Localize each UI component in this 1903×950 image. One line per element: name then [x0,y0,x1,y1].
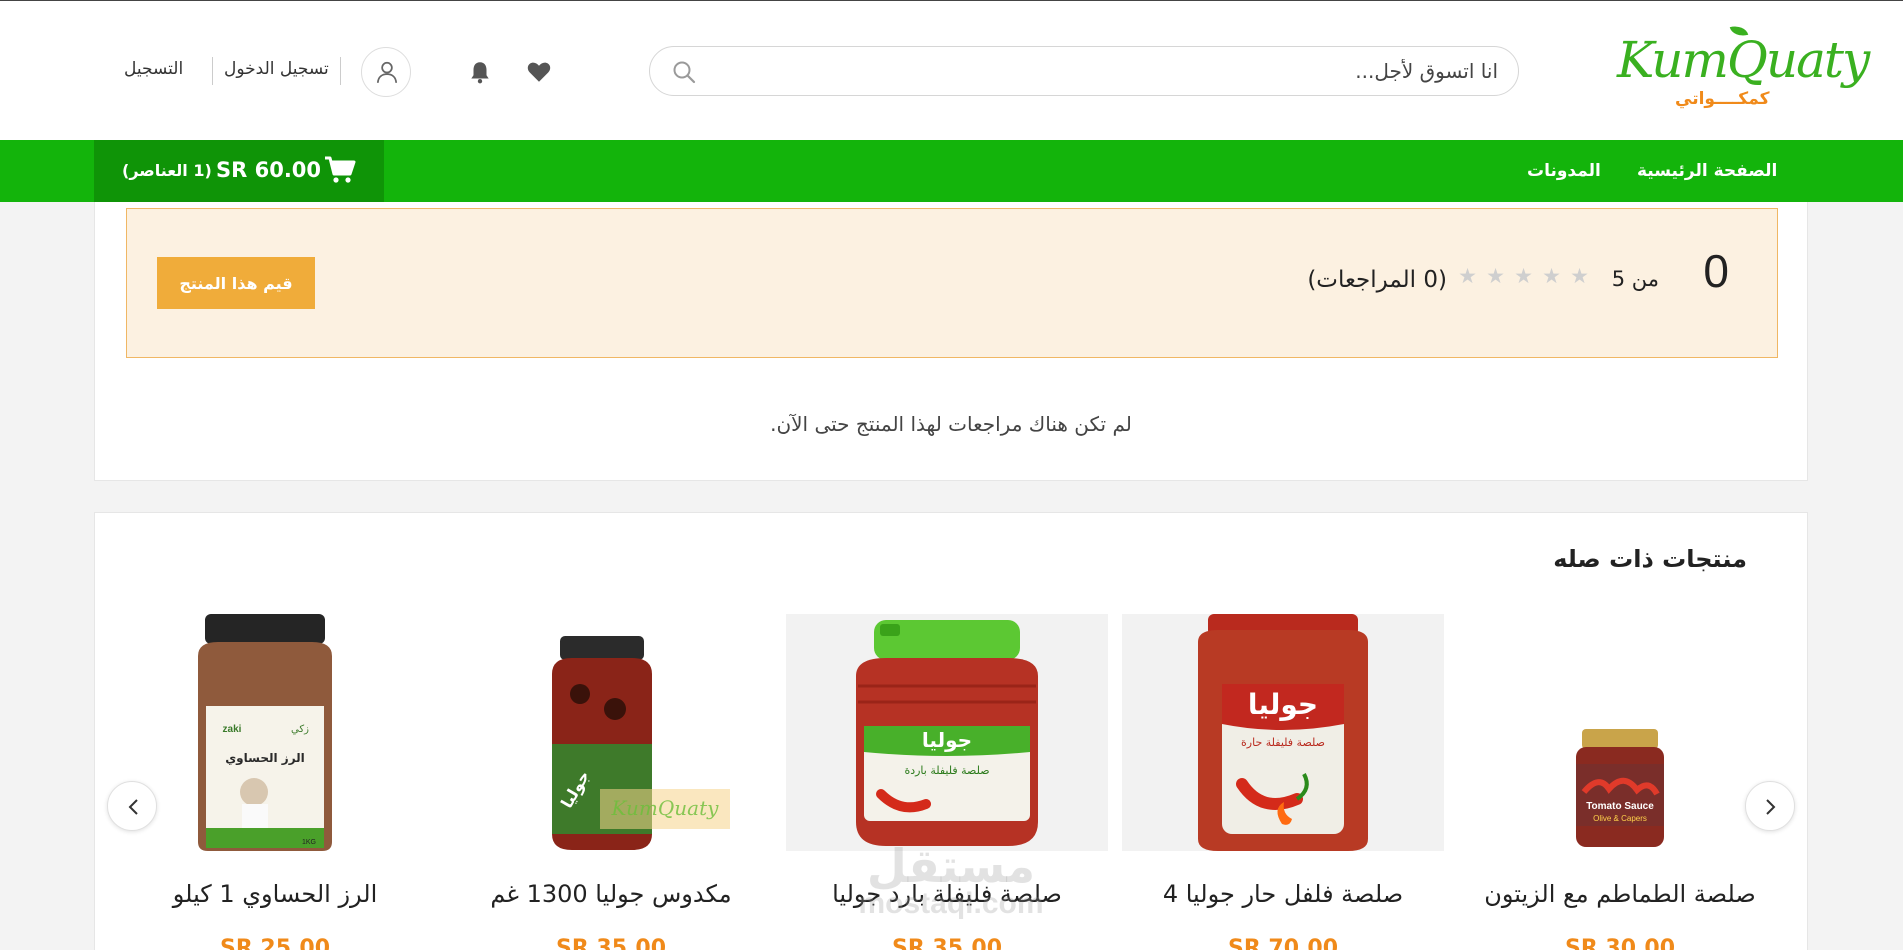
average-rating: 0 [1703,245,1729,297]
header-divider [212,57,213,85]
carousel-next-button[interactable] [1745,781,1795,831]
user-icon [376,61,398,83]
search-input[interactable] [738,55,1498,87]
product-price: SR 35.00 [891,936,1003,950]
site-logo[interactable]: KumQuaty كمكــــواتي [1617,23,1870,119]
star-icon: ★ [1514,264,1533,288]
cart-summary-button[interactable]: (1 العناصر) SR 60.00 [94,140,384,202]
nav-item-blogs[interactable]: المدونات [1527,161,1601,181]
star-icon: ★ [1542,264,1561,288]
rating-scale: من 5 [1611,267,1659,291]
star-icon: ★ [1570,264,1589,288]
product-image[interactable]: zaki زكي الرز الحساوي 1KG [114,614,436,851]
main-navigation: الصفحة الرئيسية المدونات (1 العناصر) SR … [0,140,1903,202]
product-card[interactable]: zaki زكي الرز الحساوي 1KG الرز الحساوي 1… [114,614,436,950]
svg-text:صلصة فليفلة باردة: صلصة فليفلة باردة [904,764,989,777]
nav-item-home[interactable]: الصفحة الرئيسية [1637,161,1777,181]
star-icon: ★ [1486,264,1505,288]
svg-text:Tomato Sauce: Tomato Sauce [1586,801,1654,812]
chevron-right-icon [1766,799,1776,815]
rating-summary: 0 من 5 ★ ★ ★ ★ ★ (0 المراجعات) قيم هذا ا… [126,208,1778,358]
product-name[interactable]: الرز الحساوي 1 كيلو [114,880,436,908]
logo-subtext: كمكــــواتي [1675,89,1770,109]
pepper-paste-jar-icon: جوليا صلصة فليفلة باردة [856,620,1038,846]
bell-icon[interactable] [467,59,493,85]
product-name[interactable]: مكدوس جوليا 1300 غم [450,880,772,908]
star-icon: ★ [1458,264,1477,288]
register-link[interactable]: التسجيل [124,59,183,79]
product-image[interactable]: جوليا صلصة فليفلة باردة [786,614,1108,851]
svg-text:زكي: زكي [291,724,309,735]
product-card[interactable]: جوليا صلصة فليفلة حارة صلصة فلفل حار جول… [1122,614,1444,950]
product-name[interactable]: صلصة فليفلة بارد جوليا [786,880,1108,908]
login-link[interactable]: تسجيل الدخول [224,59,329,79]
account-button[interactable] [361,47,411,97]
product-card[interactable]: جوليا صلصة فليفلة باردة صلصة فليفلة بارد… [786,614,1108,950]
review-count: (0 المراجعات) [1307,267,1447,293]
rating-stars: ★ ★ ★ ★ ★ [1457,264,1589,288]
cart-icon [325,156,356,183]
product-card[interactable]: Tomato Sauce Olive & Capers صلصة الطماطم… [1459,614,1781,950]
search-icon[interactable] [672,60,696,84]
svg-text:1KG: 1KG [302,839,316,846]
related-products-section: منتجات ذات صله Tomato Sauce Olive & Cape… [94,512,1808,950]
heart-icon[interactable] [526,59,552,85]
cart-total: SR 60.00 [216,158,322,182]
svg-text:zaki: zaki [223,724,242,735]
product-name[interactable]: صلصة الطماطم مع الزيتون [1459,880,1781,908]
product-name[interactable]: صلصة فلفل حار جوليا 4 [1122,880,1444,908]
section-title: منتجات ذات صله [1553,545,1747,573]
site-header: KumQuaty كمكــــواتي تسجيل الدخول التسجي… [0,0,1903,140]
rate-product-button[interactable]: قيم هذا المنتج [157,257,315,309]
search-bar [649,46,1519,96]
no-reviews-message: لم تكن هناك مراجعات لهذا المنتج حتى الآن… [770,412,1132,436]
svg-text:جوليا: جوليا [1248,688,1318,721]
logo-text: KumQuaty [1617,31,1870,89]
carousel-prev-button[interactable] [107,781,157,831]
cart-item-count: (1 العناصر) [122,161,212,180]
rice-jar-icon: zaki زكي الرز الحساوي 1KG [198,614,332,851]
product-price: SR 30.00 [1564,936,1676,950]
product-price: SR 35.00 [555,936,667,950]
product-price: SR 25.00 [219,936,331,950]
svg-text:صلصة فليفلة حارة: صلصة فليفلة حارة [1241,736,1325,749]
chevron-left-icon [128,799,138,815]
product-image[interactable]: جوليا KumQuaty [450,614,772,851]
product-card[interactable]: جوليا KumQuaty مكدوس جوليا 1300 غم SR 35… [450,614,772,950]
makdous-jar-icon: جوليا KumQuaty [552,636,730,850]
product-image[interactable]: Tomato Sauce Olive & Capers [1459,614,1781,851]
header-divider [340,57,341,85]
reviews-section: 0 من 5 ★ ★ ★ ★ ★ (0 المراجعات) قيم هذا ا… [94,202,1808,481]
product-image[interactable]: جوليا صلصة فليفلة حارة [1122,614,1444,851]
svg-text:جوليا: جوليا [922,728,972,752]
svg-text:Olive & Capers: Olive & Capers [1593,814,1647,823]
hot-pepper-sauce-jar-icon: جوليا صلصة فليفلة حارة [1198,614,1368,851]
tomato-sauce-jar-icon: Tomato Sauce Olive & Capers [1576,729,1664,847]
product-price: SR 70.00 [1227,936,1339,950]
svg-text:الرز الحساوي: الرز الحساوي [225,751,305,766]
svg-text:KumQuaty: KumQuaty [611,796,720,820]
